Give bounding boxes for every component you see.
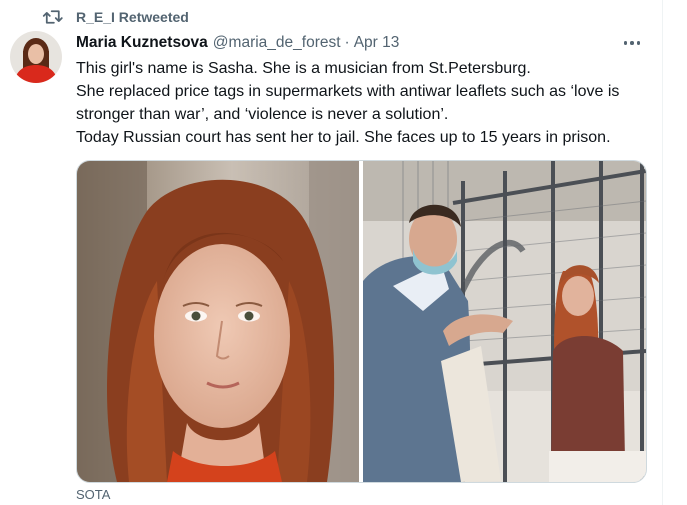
tweet-header: Maria Kuznetsova @maria_de_forest · Apr … — [76, 33, 399, 53]
author-handle[interactable]: @maria_de_forest — [213, 34, 341, 52]
timeline-divider — [662, 0, 663, 505]
media-grid — [76, 160, 647, 483]
tweet-date[interactable]: Apr 13 — [354, 34, 400, 52]
tweet-text-line: Today Russian court has sent her to jail… — [76, 129, 611, 146]
more-dot — [623, 41, 628, 45]
photo-portrait[interactable] — [77, 161, 359, 482]
tweet-text-line: This girl's name is Sasha. She is a musi… — [76, 60, 531, 77]
retweet-context[interactable]: R_E_I Retweeted — [42, 7, 189, 27]
author-name[interactable]: Maria Kuznetsova — [76, 34, 208, 52]
header-separator: · — [344, 34, 350, 51]
more-dot — [630, 41, 634, 45]
profile-avatar[interactable] — [10, 31, 62, 83]
photo-courtroom[interactable] — [363, 161, 646, 482]
tweet-text-line: stronger than war’, and ‘violence is nev… — [76, 106, 449, 123]
retweet-label: R_E_I Retweeted — [76, 9, 189, 25]
media-source-label[interactable]: SOTA — [76, 487, 110, 502]
retweet-icon — [42, 10, 63, 24]
tweet-text-line: She replaced price tags in supermarkets … — [76, 83, 620, 100]
more-dot — [636, 41, 641, 45]
more-icon[interactable] — [618, 34, 646, 52]
tweet-text: This girl's name is Sasha. She is a musi… — [76, 57, 658, 149]
